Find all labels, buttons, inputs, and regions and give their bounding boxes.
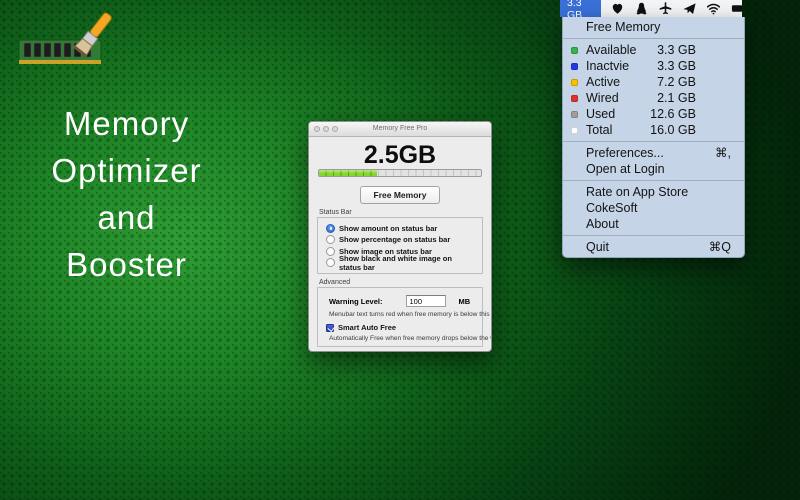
radio-show-bw-image[interactable]: Show black and white image on status bar [326,258,475,269]
menu-item-quit[interactable]: Quit ⌘Q [563,239,744,255]
radio-icon[interactable] [326,235,335,244]
radio-show-percentage[interactable]: Show percentage on status bar [326,235,475,246]
menubar-status-item[interactable]: 3.3 GB [560,0,601,17]
menu-item-open-at-login[interactable]: Open at Login [563,161,744,177]
window-controls [314,126,338,132]
menu-stat-total: Total 16.0 GB [563,122,744,138]
heading-line: and [14,194,239,241]
zoom-button[interactable] [332,126,338,132]
memory-usage-bar-fill [319,170,377,176]
checkbox-icon[interactable] [326,324,334,332]
warning-note: Menubar text turns red when free memory … [329,311,475,318]
used-dot-icon [571,111,578,118]
menu-shortcut: ⌘Q [709,239,731,255]
menu-stat-active: Active 7.2 GB [563,74,744,90]
radio-show-amount[interactable]: Show amount on status bar [326,223,475,234]
paper-plane-icon[interactable] [682,1,697,16]
menu-item-label: About [586,217,619,231]
menu-item-free-memory[interactable]: Free Memory [563,19,744,35]
menu-item-label: Preferences... [586,146,664,160]
group-box: Warning Level: MB Menubar text turns red… [317,287,483,347]
battery-icon[interactable] [731,1,742,16]
group-box: Show amount on status bar Show percentag… [317,217,483,274]
menu-separator [563,235,744,236]
status-bar-group: Status Bar Show amount on status bar Sho… [317,209,483,274]
radio-label: Show percentage on status bar [339,235,450,244]
group-label: Advanced [319,279,483,286]
menubar: 3.3 GB [560,0,742,17]
smart-auto-free-note: Automatically Free when free memory drop… [329,335,475,342]
heading-line: Booster [14,241,239,288]
menu-item-preferences[interactable]: Preferences... ⌘, [563,145,744,161]
menu-stat-available: Available 3.3 GB [563,42,744,58]
menu-item-rate-on-app-store[interactable]: Rate on App Store [563,184,744,200]
menu-item-label: Quit [586,240,609,254]
memory-usage-bar [318,169,482,177]
smart-auto-free-row[interactable]: Smart Auto Free [326,323,475,332]
wifi-icon[interactable] [706,1,721,16]
memory-free-pro-window: Memory Free Pro 2.5GB Free Memory Status… [308,121,492,352]
close-button[interactable] [314,126,320,132]
radio-label: Show amount on status bar [339,224,437,233]
available-dot-icon [571,47,578,54]
warning-level-unit: MB [458,297,470,306]
minimize-button[interactable] [323,126,329,132]
stat-value: 12.6 GB [650,106,696,122]
window-titlebar[interactable]: Memory Free Pro [309,122,491,137]
stat-label: Total [586,123,612,137]
menu-separator [563,141,744,142]
menu-separator [563,180,744,181]
menu-item-about[interactable]: About [563,216,744,232]
menu-shortcut: ⌘, [715,145,731,161]
marketing-heading: Memory Optimizer and Booster [14,100,239,288]
menu-item-label: CokeSoft [586,201,637,215]
window-title: Memory Free Pro [373,125,427,132]
stat-value: 2.1 GB [657,90,696,106]
checkbox-label: Smart Auto Free [338,323,396,332]
menu-stat-inactive: Inactvie 3.3 GB [563,58,744,74]
wired-dot-icon [571,95,578,102]
menu-item-label: Open at Login [586,162,665,176]
advanced-group: Advanced Warning Level: MB Menubar text … [317,279,483,347]
stat-value: 3.3 GB [657,58,696,74]
stat-value: 7.2 GB [657,74,696,90]
free-memory-amount: 2.5GB [309,144,491,166]
heart-icon[interactable] [610,1,625,16]
group-label: Status Bar [319,209,483,216]
qq-penguin-icon[interactable] [634,1,649,16]
inactive-dot-icon [571,63,578,70]
status-menu-dropdown: Free Memory Available 3.3 GB Inactvie 3.… [562,17,745,258]
stat-value: 16.0 GB [650,122,696,138]
app-icon-ram-brush [16,10,112,78]
radio-icon[interactable] [326,224,335,233]
menu-stat-used: Used 12.6 GB [563,106,744,122]
active-dot-icon [571,79,578,86]
menu-separator [563,38,744,39]
stat-label: Inactvie [586,59,629,73]
airplane-icon[interactable] [658,1,673,16]
stat-label: Active [586,75,620,89]
wallpaper: Memory Optimizer and Booster 3.3 GB [0,0,800,500]
radio-label: Show black and white image on status bar [339,254,475,272]
free-memory-button[interactable]: Free Memory [360,186,440,204]
heading-line: Optimizer [14,147,239,194]
menu-stat-wired: Wired 2.1 GB [563,90,744,106]
menu-item-cokesoft[interactable]: CokeSoft [563,200,744,216]
total-dot-icon [571,127,578,134]
warning-level-input[interactable] [406,295,446,307]
warning-level-label: Warning Level: [329,297,382,306]
radio-icon[interactable] [326,258,335,267]
stat-value: 3.3 GB [657,42,696,58]
radio-icon[interactable] [326,247,335,256]
stat-label: Available [586,43,637,57]
warning-level-row: Warning Level: MB [326,294,475,308]
menu-item-label: Rate on App Store [586,185,688,199]
stat-label: Used [586,107,615,121]
heading-line: Memory [14,100,239,147]
stat-label: Wired [586,91,619,105]
